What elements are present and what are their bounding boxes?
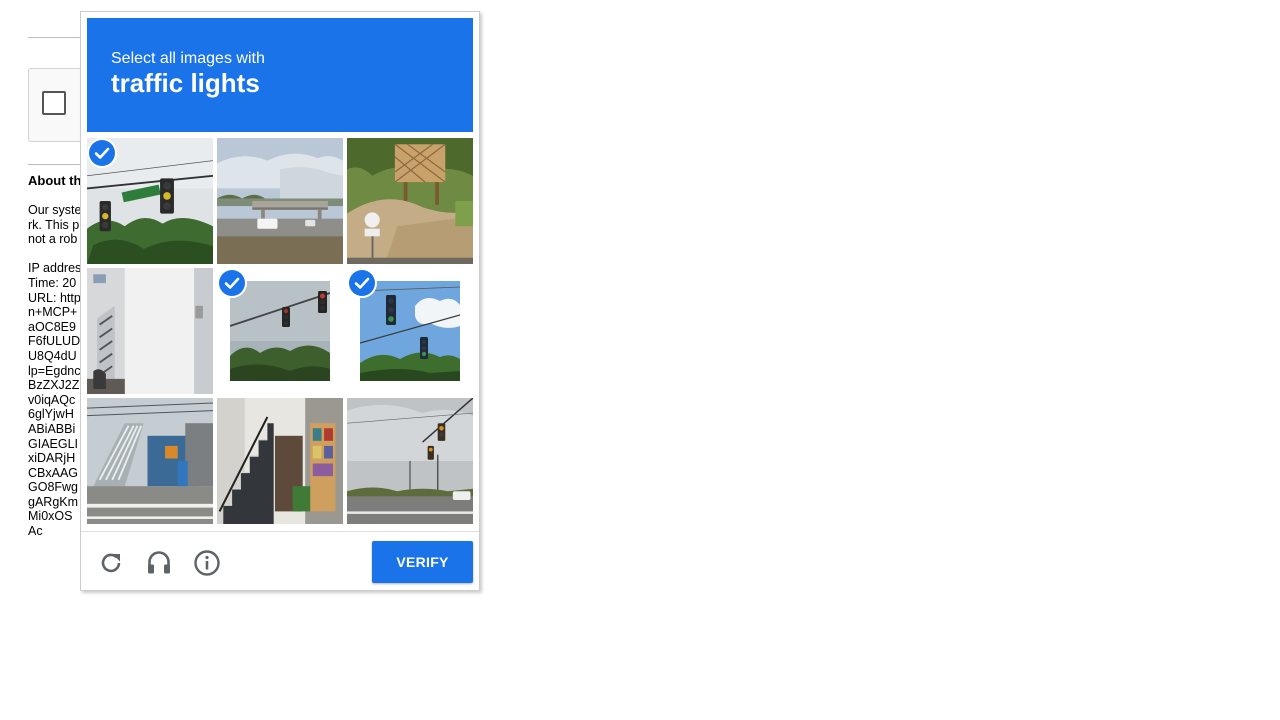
image-grid: [87, 138, 473, 524]
instruction-target: traffic lights: [111, 68, 260, 98]
tile-image: [217, 138, 343, 264]
tile-image: [87, 398, 213, 524]
headphones-icon[interactable]: [144, 548, 174, 578]
tile-image: [87, 268, 213, 394]
image-tile[interactable]: [87, 398, 213, 524]
tile-image: [217, 398, 343, 524]
tile-image: [347, 138, 473, 264]
image-tile[interactable]: [347, 268, 473, 394]
tile-image: [360, 281, 460, 381]
info-icon[interactable]: [192, 548, 222, 578]
challenge-header: Select all images with traffic lights: [87, 18, 473, 132]
footer-divider: [81, 531, 479, 532]
tile-image: [347, 398, 473, 524]
selected-check-icon: [89, 140, 115, 166]
instruction-text: Select all images with: [111, 50, 265, 67]
image-tile[interactable]: [217, 268, 343, 394]
tile-image: [230, 281, 330, 381]
image-tile[interactable]: [217, 398, 343, 524]
recaptcha-checkbox[interactable]: [42, 91, 66, 115]
image-tile[interactable]: [347, 138, 473, 264]
verify-button[interactable]: VERIFY: [372, 541, 473, 583]
about-title: About th: [28, 173, 82, 188]
captcha-challenge: Select all images with traffic lights VE…: [80, 11, 480, 591]
image-tile[interactable]: [87, 138, 213, 264]
image-tile[interactable]: [217, 138, 343, 264]
image-tile[interactable]: [87, 268, 213, 394]
image-tile[interactable]: [347, 398, 473, 524]
reload-icon[interactable]: [96, 548, 126, 578]
selected-check-icon: [349, 270, 375, 296]
selected-check-icon: [219, 270, 245, 296]
